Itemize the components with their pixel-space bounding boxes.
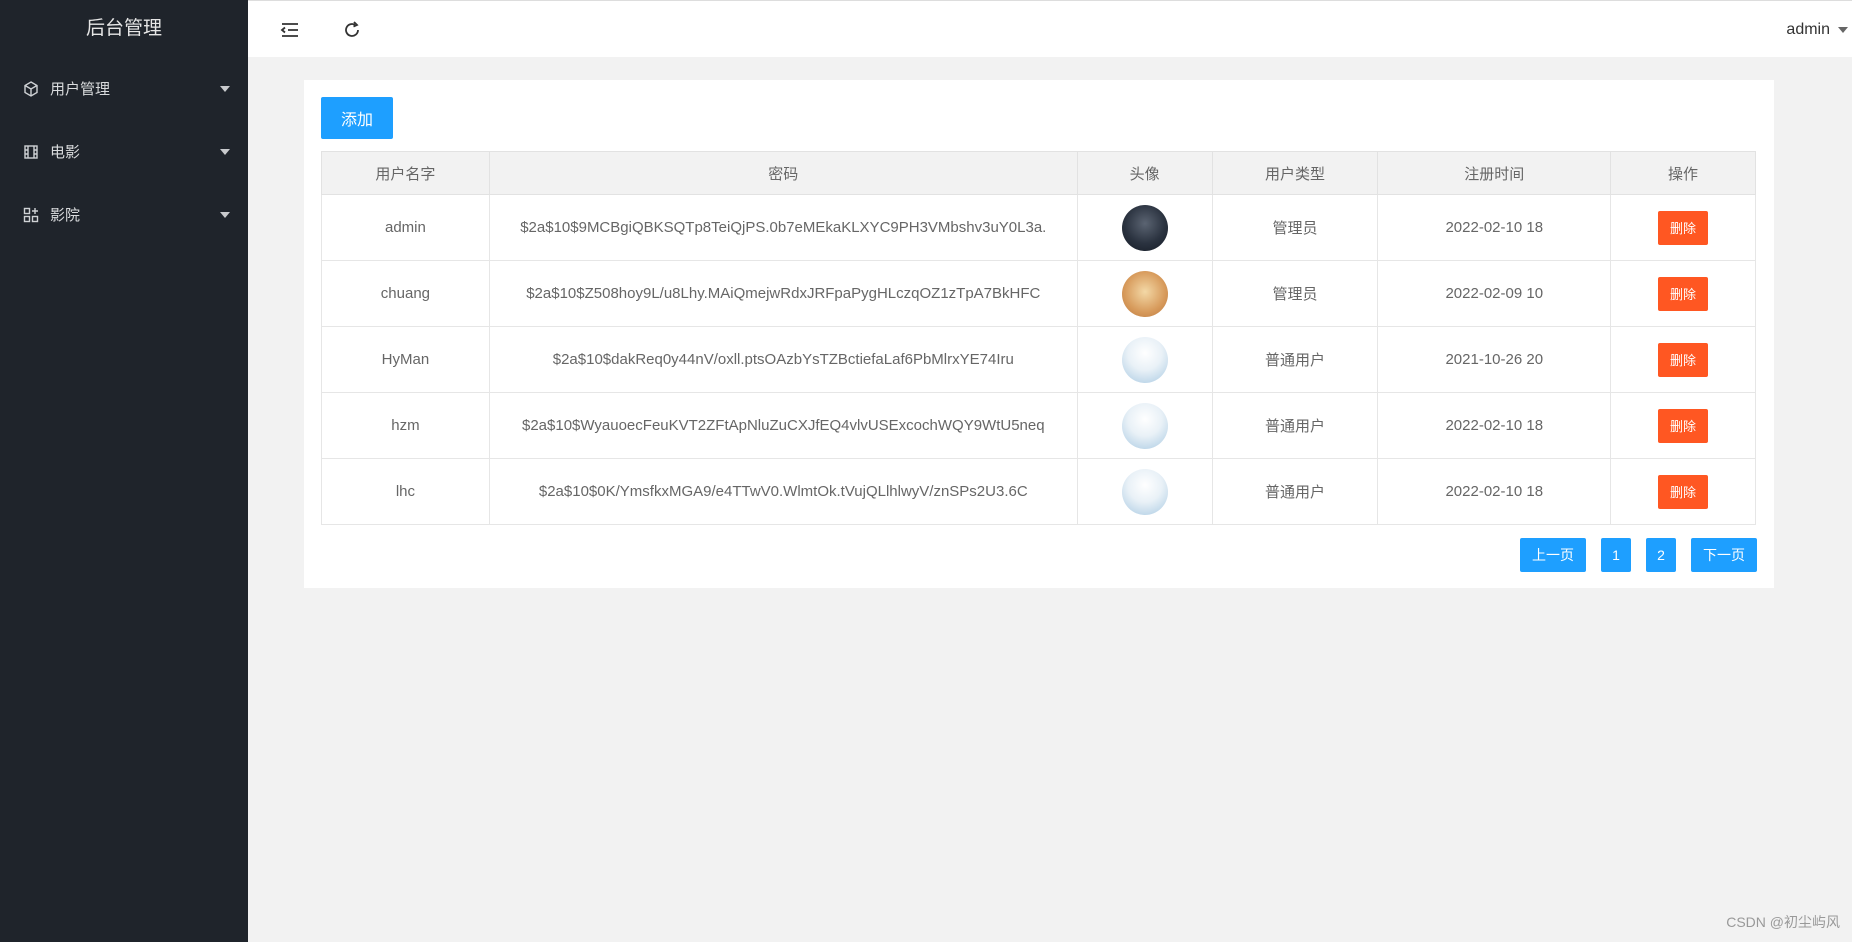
sidebar: 后台管理 用户管理 电影 影院 [0, 0, 248, 942]
cube-icon [22, 80, 40, 98]
cell-action: 删除 [1610, 260, 1756, 327]
cell-action: 删除 [1610, 326, 1756, 393]
page-button-1[interactable]: 1 [1601, 538, 1631, 572]
delete-button[interactable]: 删除 [1658, 210, 1709, 245]
avatar [1121, 402, 1168, 449]
cell-action: 删除 [1610, 458, 1756, 525]
column-header: 用户类型 [1211, 151, 1379, 195]
prev-page-button[interactable]: 上一页 [1520, 538, 1586, 572]
top-header: admin [248, 0, 1852, 57]
cell-name: HyMan [321, 326, 490, 393]
refresh-icon[interactable] [342, 20, 362, 40]
cell-avatar [1076, 194, 1213, 261]
sidebar-item-cinemas[interactable]: 影院 [0, 183, 248, 246]
column-header: 注册时间 [1377, 151, 1612, 195]
delete-button[interactable]: 删除 [1658, 474, 1709, 509]
table-row: chuang $2a$10$Z508hoy9L/u8Lhy.MAiQmejwRd… [321, 260, 1756, 327]
username-label: admin [1786, 21, 1830, 38]
delete-button[interactable]: 删除 [1658, 342, 1709, 377]
user-table: 用户名字 密码 头像 用户类型 注册时间 操作 admin $2a$10$9MC… [321, 151, 1756, 525]
cell-name: admin [321, 194, 490, 261]
cell-time: 2021-10-26 20 [1377, 326, 1612, 393]
sidebar-item-label: 影院 [50, 207, 81, 224]
cell-type: 普通用户 [1211, 392, 1379, 459]
column-header: 密码 [488, 151, 1078, 195]
cell-action: 删除 [1610, 194, 1756, 261]
cell-type: 普通用户 [1211, 458, 1379, 525]
pagination: 上一页 1 2 下一页 [1520, 538, 1757, 572]
grid-icon [22, 206, 40, 224]
cell-password: $2a$10$dakReq0y44nV/oxll.ptsOAzbYsTZBcti… [488, 326, 1078, 393]
chevron-down-icon [1838, 26, 1848, 33]
table-row: lhc $2a$10$0K/YmsfkxMGA9/e4TTwV0.WlmtOk.… [321, 458, 1756, 525]
watermark: CSDN @初尘屿风 [1726, 914, 1840, 930]
avatar [1121, 270, 1168, 317]
cell-time: 2022-02-10 18 [1377, 194, 1612, 261]
cell-password: $2a$10$Z508hoy9L/u8Lhy.MAiQmejwRdxJRFpaP… [488, 260, 1078, 327]
table-row: admin $2a$10$9MCBgiQBKSQTp8TeiQjPS.0b7eM… [321, 194, 1756, 261]
chevron-down-icon [220, 148, 230, 155]
cell-name: hzm [321, 392, 490, 459]
chevron-down-icon [220, 85, 230, 92]
next-page-button[interactable]: 下一页 [1691, 538, 1757, 572]
table-row: HyMan $2a$10$dakReq0y44nV/oxll.ptsOAzbYs… [321, 326, 1756, 393]
cell-avatar [1076, 392, 1213, 459]
column-header: 操作 [1610, 151, 1756, 195]
app-title: 后台管理 [85, 18, 162, 39]
sidebar-item-label: 用户管理 [50, 81, 111, 98]
sidebar-item-movies[interactable]: 电影 [0, 120, 248, 183]
content-panel: 添加 用户名字 密码 头像 用户类型 注册时间 操作 admin $2a$10$… [304, 80, 1774, 588]
user-menu[interactable]: admin [1786, 1, 1852, 58]
sidebar-item-user-management[interactable]: 用户管理 [0, 57, 248, 120]
cell-action: 删除 [1610, 392, 1756, 459]
cell-password: $2a$10$WyauoecFeuKVT2ZFtApNluZuCXJfEQ4vl… [488, 392, 1078, 459]
cell-password: $2a$10$9MCBgiQBKSQTp8TeiQjPS.0b7eMEkaKLX… [488, 194, 1078, 261]
table-header-row: 用户名字 密码 头像 用户类型 注册时间 操作 [321, 151, 1756, 195]
sidebar-item-label: 电影 [50, 144, 81, 161]
cell-type: 管理员 [1211, 194, 1379, 261]
page-button-2[interactable]: 2 [1646, 538, 1676, 572]
cell-time: 2022-02-09 10 [1377, 260, 1612, 327]
cell-time: 2022-02-10 18 [1377, 392, 1612, 459]
table-row: hzm $2a$10$WyauoecFeuKVT2ZFtApNluZuCXJfE… [321, 392, 1756, 459]
delete-button[interactable]: 删除 [1658, 408, 1709, 443]
cell-name: chuang [321, 260, 490, 327]
cell-name: lhc [321, 458, 490, 525]
column-header: 用户名字 [321, 151, 490, 195]
cell-avatar [1076, 260, 1213, 327]
cell-avatar [1076, 458, 1213, 525]
cell-password: $2a$10$0K/YmsfkxMGA9/e4TTwV0.WlmtOk.tVuj… [488, 458, 1078, 525]
delete-button[interactable]: 删除 [1658, 276, 1709, 311]
avatar [1121, 468, 1168, 515]
cell-avatar [1076, 326, 1213, 393]
cell-type: 管理员 [1211, 260, 1379, 327]
avatar [1121, 204, 1168, 251]
film-icon [22, 143, 40, 161]
avatar [1121, 336, 1168, 383]
add-button[interactable]: 添加 [321, 97, 393, 139]
menu-collapse-icon[interactable] [280, 20, 300, 40]
cell-time: 2022-02-10 18 [1377, 458, 1612, 525]
chevron-down-icon [220, 211, 230, 218]
column-header: 头像 [1076, 151, 1213, 195]
cell-type: 普通用户 [1211, 326, 1379, 393]
